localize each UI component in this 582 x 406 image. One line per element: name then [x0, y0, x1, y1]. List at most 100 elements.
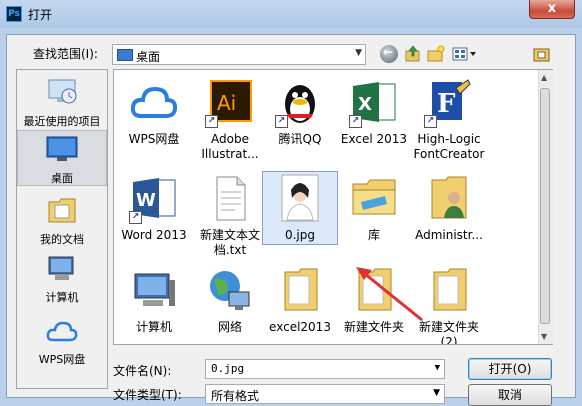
file-item-newfolder[interactable]: 新建文件夹	[336, 266, 412, 335]
file-item-excel[interactable]: X ↗ Excel 2013	[336, 78, 412, 147]
file-item-label: excel2013	[269, 320, 331, 334]
file-item-label: 腾讯QQ	[278, 132, 322, 146]
file-item-label: Excel 2013	[340, 132, 408, 146]
wps-cloud-icon	[129, 78, 179, 128]
file-item-library[interactable]: 库	[336, 174, 412, 243]
desktop-icon	[46, 136, 78, 161]
back-button[interactable]	[380, 45, 398, 63]
file-item-illustrator[interactable]: Ai ↗ Adobe Illustrat...	[192, 78, 268, 162]
sidebar-item-label: 计算机	[45, 291, 79, 304]
sidebar-item-documents[interactable]: 我的文档	[17, 194, 107, 247]
up-folder-button[interactable]	[404, 45, 422, 63]
new-folder-icon	[427, 45, 445, 62]
file-item-label: Word 2013	[121, 228, 187, 242]
network-globe-icon	[205, 266, 255, 316]
wps-cloud-icon	[46, 321, 78, 342]
file-item-label: High-Logic FontCreator	[413, 132, 485, 161]
filename-label: 文件名(N):	[113, 364, 172, 378]
open-button[interactable]: 打开(O)	[468, 358, 552, 380]
desktop-icon	[117, 49, 133, 61]
folder-icon	[424, 266, 474, 316]
folder-icon	[275, 266, 325, 316]
file-item-photo[interactable]: 0.jpg	[262, 171, 338, 245]
file-item-textfile[interactable]: 新建文本文档.txt	[192, 174, 268, 258]
filetype-dropdown[interactable]: 所有格式 ▼	[205, 384, 445, 404]
file-item-qq[interactable]: ↗ 腾讯QQ	[262, 78, 338, 147]
filename-input[interactable]: 0.jpg ▼	[205, 359, 445, 379]
sidebar-item-wps[interactable]: WPS网盘	[17, 316, 107, 367]
fontcreator-icon: F ↗	[424, 78, 474, 128]
file-item-label: 新建文件夹	[343, 320, 404, 334]
up-folder-icon	[405, 45, 420, 62]
sidebar-item-recent[interactable]: 最近使用的项目	[17, 76, 107, 129]
view-menu-button[interactable]	[452, 45, 478, 63]
filetype-value: 所有格式	[211, 389, 260, 403]
scroll-up-icon[interactable]: ▲	[541, 73, 547, 82]
file-item-label: 新建文件夹 (2)	[418, 320, 479, 345]
file-item-wps[interactable]: WPS网盘	[116, 78, 192, 147]
documents-folder-icon	[48, 198, 76, 223]
shortcut-arrow-icon: ↗	[349, 115, 362, 128]
sidebar-item-label: 桌面	[51, 172, 73, 185]
library-folder-icon	[349, 174, 399, 224]
file-list-view[interactable]: WPS网盘 Ai ↗ Adobe Illustrat... ↗ 腾讯QQ X ↗…	[113, 69, 553, 345]
computer-icon	[48, 256, 74, 280]
svg-text:X: X	[358, 94, 372, 115]
svg-text:Ai: Ai	[217, 91, 236, 115]
photoshop-app-icon: Ps	[6, 6, 22, 22]
close-button[interactable]: x	[529, 0, 575, 19]
sidebar-item-label: 我的文档	[40, 233, 84, 246]
recent-places-icon	[48, 79, 77, 104]
sidebar-item-desktop[interactable]: 桌面	[17, 130, 107, 186]
folder-icon	[349, 266, 399, 316]
file-item-fontcreator[interactable]: F ↗ High-Logic FontCreator	[410, 78, 488, 162]
desktop-shortcut-button[interactable]	[533, 45, 551, 63]
places-bar: 最近使用的项目 桌面 我的文档 计算机 WPS网盘	[16, 69, 108, 389]
file-item-label: 库	[367, 228, 380, 242]
view-grid-icon	[452, 47, 476, 61]
filetype-label: 文件类型(T):	[113, 388, 182, 402]
computer-icon	[129, 266, 179, 316]
sidebar-item-label: WPS网盘	[38, 353, 86, 366]
scroll-down-icon[interactable]: ▼	[541, 332, 547, 341]
sidebar-item-label: 最近使用的项目	[23, 115, 101, 128]
excel-icon: X ↗	[349, 78, 399, 128]
shortcut-arrow-icon: ↗	[275, 115, 288, 128]
lookin-dropdown[interactable]: 桌面 ▼	[112, 44, 366, 65]
file-item-newfolder-2[interactable]: 新建文件夹 (2)	[410, 266, 488, 345]
file-item-label: 网络	[217, 320, 242, 334]
svg-text:W: W	[136, 190, 156, 211]
file-item-label: Administr...	[415, 228, 483, 242]
file-item-network[interactable]: 网络	[192, 266, 268, 335]
title-bar: Ps 打开 x	[0, 0, 582, 28]
user-folder-icon	[424, 174, 474, 224]
file-item-label: 0.jpg	[284, 228, 316, 242]
lookin-label: 查找范围(I):	[33, 47, 98, 61]
folder-star-icon	[533, 48, 550, 62]
shortcut-arrow-icon: ↗	[129, 211, 142, 224]
file-item-admin[interactable]: Administr...	[410, 174, 488, 243]
shortcut-arrow-icon: ↗	[424, 115, 437, 128]
file-item-label: WPS网盘	[128, 132, 180, 146]
file-item-label: 计算机	[135, 320, 172, 334]
svg-text:F: F	[437, 89, 456, 119]
cancel-button[interactable]: 取消	[468, 384, 552, 406]
lookin-value: 桌面	[136, 50, 161, 64]
chevron-down-icon[interactable]: ▼	[435, 363, 440, 373]
qq-penguin-icon: ↗	[275, 78, 325, 128]
chevron-down-icon: ▼	[433, 388, 440, 398]
file-item-word[interactable]: W ↗ Word 2013	[116, 174, 192, 243]
chevron-down-icon: ▼	[355, 48, 362, 58]
file-item-label: 新建文本文档.txt	[199, 228, 260, 257]
filename-value: 0.jpg	[211, 362, 245, 375]
file-item-excel2013-folder[interactable]: excel2013	[262, 266, 338, 335]
illustrator-icon: Ai ↗	[205, 78, 255, 128]
photo-thumbnail-icon	[275, 174, 325, 224]
file-item-label: Adobe Illustrat...	[201, 132, 259, 161]
new-folder-button[interactable]	[427, 45, 445, 63]
word-icon: W ↗	[129, 174, 179, 224]
file-item-computer[interactable]: 计算机	[116, 266, 192, 335]
sidebar-item-computer[interactable]: 计算机	[17, 254, 107, 305]
scrollbar-thumb[interactable]	[540, 88, 550, 324]
shortcut-arrow-icon: ↗	[205, 115, 218, 128]
